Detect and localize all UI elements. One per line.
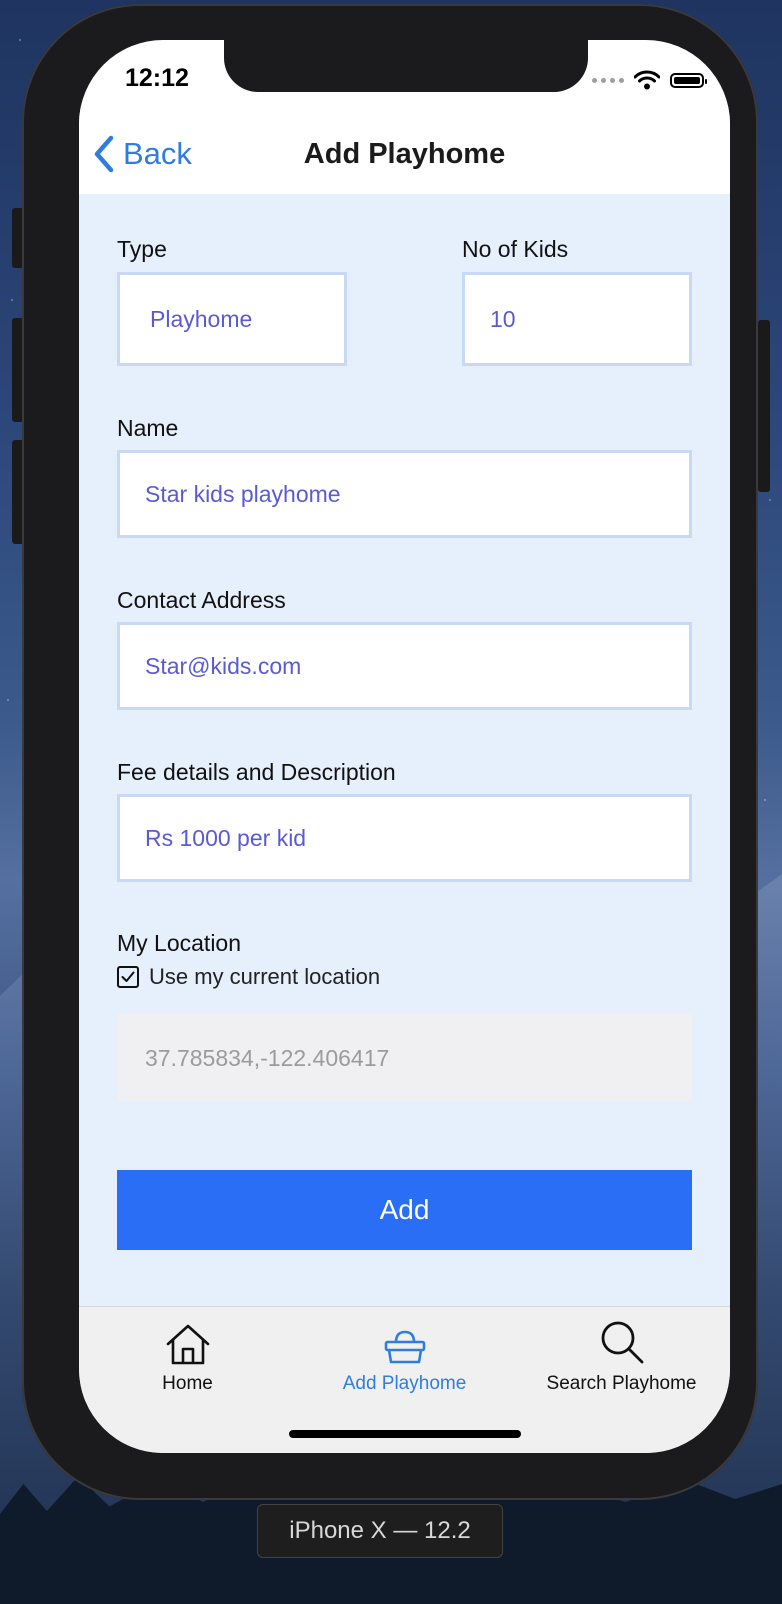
search-icon bbox=[601, 1321, 643, 1364]
signal-icon bbox=[592, 77, 624, 83]
name-label: Name bbox=[117, 415, 179, 441]
contact-field[interactable]: Star@kids.com bbox=[117, 622, 692, 710]
checkmark-icon bbox=[121, 971, 135, 982]
wifi-icon bbox=[634, 70, 660, 90]
tab-home-label: Home bbox=[162, 1373, 213, 1394]
power-button bbox=[758, 320, 770, 492]
type-field[interactable]: Playhome bbox=[117, 272, 347, 366]
type-label: Type bbox=[117, 236, 167, 262]
tab-add-playhome[interactable]: Add Playhome bbox=[296, 1319, 513, 1395]
phone-frame: 12:12 Back Add Playhome Type Playhome No… bbox=[22, 4, 758, 1500]
tab-add-playhome-label: Add Playhome bbox=[342, 1373, 467, 1394]
fee-field[interactable]: Rs 1000 per kid bbox=[117, 794, 692, 882]
location-label: My Location bbox=[117, 930, 242, 956]
screen: 12:12 Back Add Playhome Type Playhome No… bbox=[79, 40, 730, 1453]
notch bbox=[224, 40, 588, 92]
kids-field[interactable]: 10 bbox=[462, 272, 692, 366]
status-icons bbox=[592, 70, 707, 90]
add-playhome-form: Type Playhome No of Kids 10 Name Star ki… bbox=[79, 194, 730, 1306]
navigation-bar: Back Add Playhome bbox=[79, 102, 730, 195]
contact-label: Contact Address bbox=[117, 587, 286, 613]
use-location-row[interactable]: Use my current location bbox=[117, 964, 380, 990]
status-time: 12:12 bbox=[125, 64, 189, 92]
tab-search-playhome-label: Search Playhome bbox=[546, 1373, 697, 1394]
use-location-checkbox[interactable] bbox=[117, 966, 139, 988]
fee-label: Fee details and Description bbox=[117, 759, 396, 785]
simulator-device-label: iPhone X — 12.2 bbox=[257, 1504, 503, 1558]
home-icon bbox=[166, 1324, 209, 1365]
add-button[interactable]: Add bbox=[117, 1170, 692, 1250]
home-indicator bbox=[289, 1430, 521, 1438]
tab-search-playhome[interactable]: Search Playhome bbox=[513, 1319, 730, 1395]
kids-label: No of Kids bbox=[462, 236, 569, 262]
location-coordinates-field: 37.785834,-122.406417 bbox=[117, 1014, 692, 1102]
page-title: Add Playhome bbox=[303, 138, 506, 170]
basket-icon bbox=[384, 1330, 425, 1364]
tab-home[interactable]: Home bbox=[79, 1319, 296, 1395]
use-location-label: Use my current location bbox=[149, 964, 381, 989]
battery-icon bbox=[670, 72, 707, 88]
name-field[interactable]: Star kids playhome bbox=[117, 450, 692, 538]
